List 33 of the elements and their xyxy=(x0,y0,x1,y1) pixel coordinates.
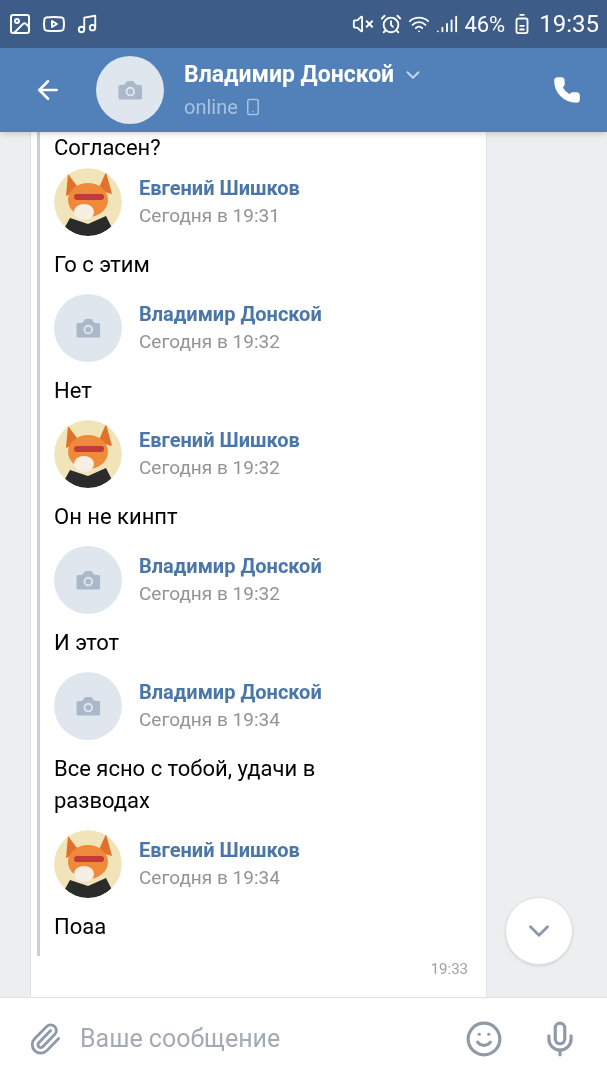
message-text: Он не кинпт xyxy=(54,503,179,531)
message-text: Нет xyxy=(54,377,93,405)
paperclip-icon[interactable] xyxy=(28,1022,62,1056)
message-date: Сегодня в 19:34 xyxy=(139,866,281,890)
message-date: Сегодня в 19:32 xyxy=(139,330,281,354)
message-text: И этот xyxy=(54,629,121,657)
clock-time: 19:35 xyxy=(539,9,599,40)
message-date: Сегодня в 19:34 xyxy=(139,708,281,732)
battery-percent: 46% xyxy=(464,10,506,39)
author-name[interactable]: Евгений Шишков xyxy=(139,428,300,452)
message-date: Сегодня в 19:31 xyxy=(139,204,281,228)
contact-name[interactable]: Владимир Донской xyxy=(184,57,395,93)
alarm-icon xyxy=(380,13,403,35)
music-note-icon xyxy=(76,13,98,35)
signal-icon xyxy=(436,13,459,35)
message-text: Все ясно с тобой, удачи в разводах xyxy=(54,755,317,815)
message-date: Сегодня в 19:32 xyxy=(139,456,281,480)
message-text: Го с этим xyxy=(54,251,151,279)
message-text: Согласен? xyxy=(54,134,162,162)
author-name[interactable]: Владимир Донской xyxy=(139,554,322,578)
author-name[interactable]: Евгений Шишков xyxy=(139,838,300,862)
author-name[interactable]: Владимир Донской xyxy=(139,302,322,326)
gallery-icon xyxy=(8,12,32,36)
message-text: Поаа xyxy=(54,913,108,941)
message-input[interactable]: Ваше сообщение xyxy=(80,1020,447,1058)
online-status: online xyxy=(184,94,238,122)
message-time: 19:33 xyxy=(430,959,468,980)
mute-icon xyxy=(352,13,375,35)
phone-icon xyxy=(553,76,581,104)
author-name[interactable]: Евгений Шишков xyxy=(139,176,300,200)
author-name[interactable]: Владимир Донской xyxy=(139,680,322,704)
emoji-icon[interactable] xyxy=(465,1020,503,1058)
message-date: Сегодня в 19:32 xyxy=(139,582,281,606)
